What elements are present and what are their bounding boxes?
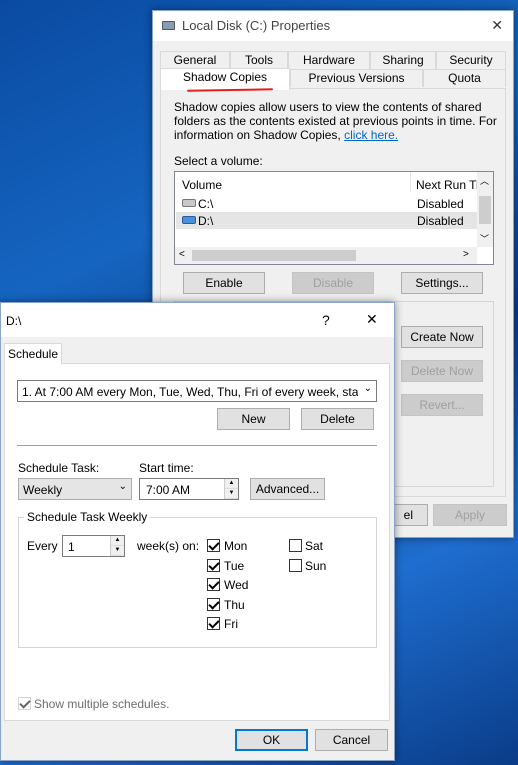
vertical-scrollbar[interactable]: ︿ ﹀ (477, 172, 493, 247)
schedule-select-value: 1. At 7:00 AM every Mon, Tue, Wed, Thu, … (22, 385, 358, 399)
schedule-task-label: Schedule Task: (18, 461, 100, 475)
sat-checkbox[interactable] (289, 539, 302, 552)
delete-button[interactable]: Delete (301, 408, 374, 430)
enable-button[interactable]: Enable (183, 272, 265, 294)
thu-checkbox[interactable] (207, 598, 220, 611)
close-icon[interactable]: ✕ (491, 17, 503, 34)
tab-shadow-copies[interactable]: Shadow Copies (160, 68, 290, 90)
apply-button[interactable]: Apply (433, 504, 507, 526)
drive-icon (182, 199, 196, 207)
description: Shadow copies allow users to view the co… (174, 100, 497, 142)
tab-previous-versions[interactable]: Previous Versions (290, 69, 423, 87)
show-multiple-checkbox[interactable] (18, 697, 31, 710)
every-value: 1 (68, 540, 75, 554)
tab-tools[interactable]: Tools (230, 51, 288, 69)
next-d: Disabled (417, 214, 464, 228)
create-now-button[interactable]: Create Now (401, 326, 483, 348)
tab-sharing[interactable]: Sharing (370, 51, 436, 69)
select-volume-label: Select a volume: (174, 154, 263, 168)
properties-title: Local Disk (C:) Properties (182, 18, 331, 33)
tab-general[interactable]: General (160, 51, 230, 69)
vol-c: C:\ (198, 197, 214, 211)
ok-button[interactable]: OK (235, 729, 308, 751)
disable-button[interactable]: Disable (292, 272, 374, 294)
sun-checkbox[interactable] (289, 559, 302, 572)
list-row-d[interactable]: D:\ Disabled (176, 212, 478, 229)
dialog-title: D:\ (6, 314, 22, 328)
scroll-right-icon[interactable]: > (463, 249, 469, 260)
help-icon[interactable]: ? (322, 312, 330, 328)
schedule-task-select[interactable]: Weekly ⌄ (18, 478, 132, 500)
col-nextrun-header[interactable]: Next Run Tim (416, 178, 480, 192)
col-volume-header[interactable]: Volume (182, 178, 222, 192)
delete-now-button[interactable]: Delete Now (401, 360, 483, 382)
every-input[interactable]: 1 ▲ ▼ (62, 535, 125, 557)
schedule-task-value: Weekly (23, 483, 63, 497)
mon-checkbox[interactable] (207, 539, 220, 552)
start-time-spinner[interactable]: ▲ ▼ (224, 479, 238, 499)
scroll-left-icon[interactable]: < (179, 249, 185, 260)
advanced-button[interactable]: Advanced... (250, 478, 325, 500)
list-row-c[interactable]: C:\ Disabled (176, 195, 478, 212)
next-c: Disabled (417, 197, 464, 211)
revert-button[interactable]: Revert... (401, 394, 483, 416)
scroll-up-icon[interactable]: ︿ (480, 174, 489, 187)
hscroll-thumb[interactable] (192, 250, 356, 261)
schedule-dialog: D:\ ? ✕ Schedule 1. At 7:00 AM every Mon… (0, 302, 395, 761)
start-time-label: Start time: (139, 461, 194, 475)
start-time-value: 7:00 AM (146, 483, 191, 497)
show-multiple-label: Show multiple schedules. (34, 697, 170, 711)
description-text: Shadow copies allow users to view the co… (174, 100, 498, 142)
tue-checkbox[interactable] (207, 559, 220, 572)
drive-icon (162, 21, 175, 30)
properties-titlebar[interactable]: Local Disk (C:) Properties ✕ (153, 11, 513, 41)
wed-label: Wed (224, 578, 249, 592)
dialog-titlebar[interactable]: D:\ ? ✕ (1, 303, 394, 337)
volume-list[interactable]: Volume Next Run Tim C:\ Disabled D:\ Dis… (174, 171, 494, 265)
weeks-on-label: week(s) on: (137, 539, 200, 553)
close-icon[interactable]: ✕ (366, 311, 378, 328)
mon-label: Mon (224, 539, 248, 553)
scroll-down-icon[interactable]: ﹀ (480, 232, 489, 245)
tab-quota[interactable]: Quota (423, 69, 506, 87)
scroll-thumb[interactable] (479, 196, 491, 224)
vol-d: D:\ (198, 214, 214, 228)
cancel-button[interactable]: Cancel (315, 729, 388, 751)
thu-label: Thu (224, 598, 245, 612)
separator (17, 445, 377, 446)
chevron-down-icon: ⌄ (363, 383, 372, 394)
schedule-select[interactable]: 1. At 7:00 AM every Mon, Tue, Wed, Thu, … (17, 380, 377, 402)
tab-hardware[interactable]: Hardware (288, 51, 370, 69)
sun-label: Sun (305, 559, 327, 573)
every-spinner[interactable]: ▲ ▼ (110, 536, 124, 556)
fri-checkbox[interactable] (207, 617, 220, 630)
settings-button[interactable]: Settings... (401, 272, 483, 294)
tab-schedule[interactable]: Schedule (4, 343, 62, 364)
horizontal-scrollbar[interactable]: < > (175, 247, 477, 264)
col-divider (410, 172, 411, 192)
sat-label: Sat (305, 539, 324, 553)
start-time-input[interactable]: 7:00 AM ▲ ▼ (139, 478, 239, 500)
fri-label: Fri (224, 617, 238, 631)
new-button[interactable]: New (217, 408, 290, 430)
drive-icon (182, 216, 196, 224)
wed-checkbox[interactable] (207, 578, 220, 591)
tab-security[interactable]: Security (436, 51, 506, 69)
tue-label: Tue (224, 559, 245, 573)
click-here-link[interactable]: click here. (344, 128, 398, 142)
schedule-panel: 1. At 7:00 AM every Mon, Tue, Wed, Thu, … (4, 363, 390, 721)
every-label: Every (27, 539, 58, 553)
chevron-down-icon: ⌄ (118, 481, 127, 492)
cancel-partial-label: el (403, 508, 413, 522)
group-title: Schedule Task Weekly (24, 510, 151, 524)
